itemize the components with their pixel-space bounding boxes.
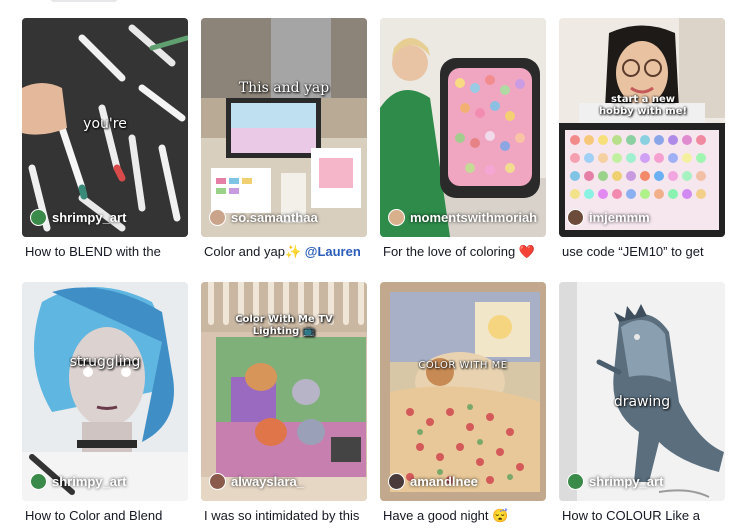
thumbnail-image-marker-case: [201, 18, 367, 237]
video-overlay-text: struggling: [69, 354, 141, 370]
video-author[interactable]: amandlnee: [388, 473, 478, 490]
video-card[interactable]: start a new hobby with me! imjemmm use c…: [559, 18, 725, 260]
author-name: shrimpy_art: [52, 474, 127, 489]
video-card[interactable]: Color With Me TV Lighting 📺 alwayslara_ …: [201, 282, 367, 524]
thumbnail-image-marker-backpack: [380, 18, 546, 237]
video-caption[interactable]: use code “JEM10” to get: [559, 243, 725, 260]
heart-icon: ❤️: [518, 244, 536, 259]
caption-text: Color and yap✨: [204, 244, 302, 259]
author-avatar: [209, 473, 226, 490]
thumbnail-image-godzilla-drawing: [559, 282, 725, 501]
video-caption[interactable]: How to COLOUR Like a: [559, 507, 725, 524]
video-author[interactable]: shrimpy_art: [30, 209, 126, 226]
video-card[interactable]: momentswithmoriah For the love of colori…: [380, 18, 546, 260]
video-caption[interactable]: Color and yap✨ @Lauren: [201, 243, 367, 260]
caption-text: How to BLEND with the: [25, 244, 161, 259]
caption-text: For the love of coloring: [383, 244, 516, 259]
author-avatar: [567, 209, 584, 226]
video-card[interactable]: This and yap so.samanthaa Color and yap✨…: [201, 18, 367, 260]
video-author[interactable]: shrimpy_art: [567, 473, 663, 490]
video-author[interactable]: shrimpy_art: [30, 473, 126, 490]
video-author[interactable]: so.samanthaa: [209, 209, 318, 226]
video-thumbnail[interactable]: struggling shrimpy_art: [22, 282, 188, 501]
video-thumbnail[interactable]: This and yap so.samanthaa: [201, 18, 367, 237]
video-card[interactable]: drawing shrimpy_art How to COLOUR Like a: [559, 282, 725, 524]
video-caption[interactable]: I was so intimidated by this: [201, 507, 367, 524]
video-caption[interactable]: How to Color and Blend: [22, 507, 188, 524]
video-caption[interactable]: For the love of coloring ❤️: [380, 243, 546, 260]
caption-text: Have a good night: [383, 508, 489, 523]
video-caption[interactable]: Have a good night 😴: [380, 507, 546, 524]
video-overlay-text: COLOR WITH ME: [418, 360, 508, 371]
video-grid: you're shrimpy_art How to BLEND with the: [0, 0, 737, 530]
video-overlay-text: Color With Me TV Lighting 📺: [235, 314, 333, 337]
video-overlay-text: start a new hobby with me!: [598, 94, 688, 117]
author-name: so.samanthaa: [231, 210, 318, 225]
caption-text: I was so intimidated by this: [204, 508, 360, 523]
author-avatar: [388, 473, 405, 490]
video-thumbnail[interactable]: Color With Me TV Lighting 📺 alwayslara_: [201, 282, 367, 501]
author-avatar: [30, 473, 47, 490]
video-thumbnail[interactable]: momentswithmoriah: [380, 18, 546, 237]
author-name: imjemmm: [589, 210, 650, 225]
video-overlay-text: This and yap: [238, 80, 330, 96]
video-author[interactable]: momentswithmoriah: [388, 209, 537, 226]
video-overlay-text: you're: [83, 116, 127, 132]
video-thumbnail[interactable]: you're shrimpy_art: [22, 18, 188, 237]
video-card[interactable]: COLOR WITH ME amandlnee Have a good nigh…: [380, 282, 546, 524]
author-name: amandlnee: [410, 474, 478, 489]
caption-text: How to COLOUR Like a: [562, 508, 700, 523]
video-card[interactable]: struggling shrimpy_art How to Color and …: [22, 282, 188, 524]
video-author[interactable]: imjemmm: [567, 209, 650, 226]
thumbnail-image-marker-collection: [559, 18, 725, 237]
video-thumbnail[interactable]: COLOR WITH ME amandlnee: [380, 282, 546, 501]
video-author[interactable]: alwayslara_: [209, 473, 304, 490]
author-avatar: [388, 209, 405, 226]
thumbnail-image-coloring-bedroom: [380, 282, 546, 501]
video-thumbnail[interactable]: drawing shrimpy_art: [559, 282, 725, 501]
author-name: momentswithmoriah: [410, 210, 538, 225]
video-card[interactable]: you're shrimpy_art How to BLEND with the: [22, 18, 188, 260]
caption-mention-link[interactable]: @Lauren: [305, 244, 361, 259]
author-name: shrimpy_art: [589, 474, 664, 489]
video-caption[interactable]: How to BLEND with the: [22, 243, 188, 260]
caption-text: How to Color and Blend: [25, 508, 163, 523]
author-avatar: [567, 473, 584, 490]
author-avatar: [30, 209, 47, 226]
video-thumbnail[interactable]: start a new hobby with me! imjemmm: [559, 18, 725, 237]
thumbnail-image-portrait-drawing: [22, 282, 188, 501]
author-name: alwayslara_: [231, 474, 305, 489]
video-overlay-text: drawing: [613, 394, 671, 410]
author-name: shrimpy_art: [52, 210, 127, 225]
author-avatar: [209, 209, 226, 226]
caption-text: use code “JEM10” to get: [562, 244, 704, 259]
sleeping-face-icon: 😴: [492, 508, 509, 523]
